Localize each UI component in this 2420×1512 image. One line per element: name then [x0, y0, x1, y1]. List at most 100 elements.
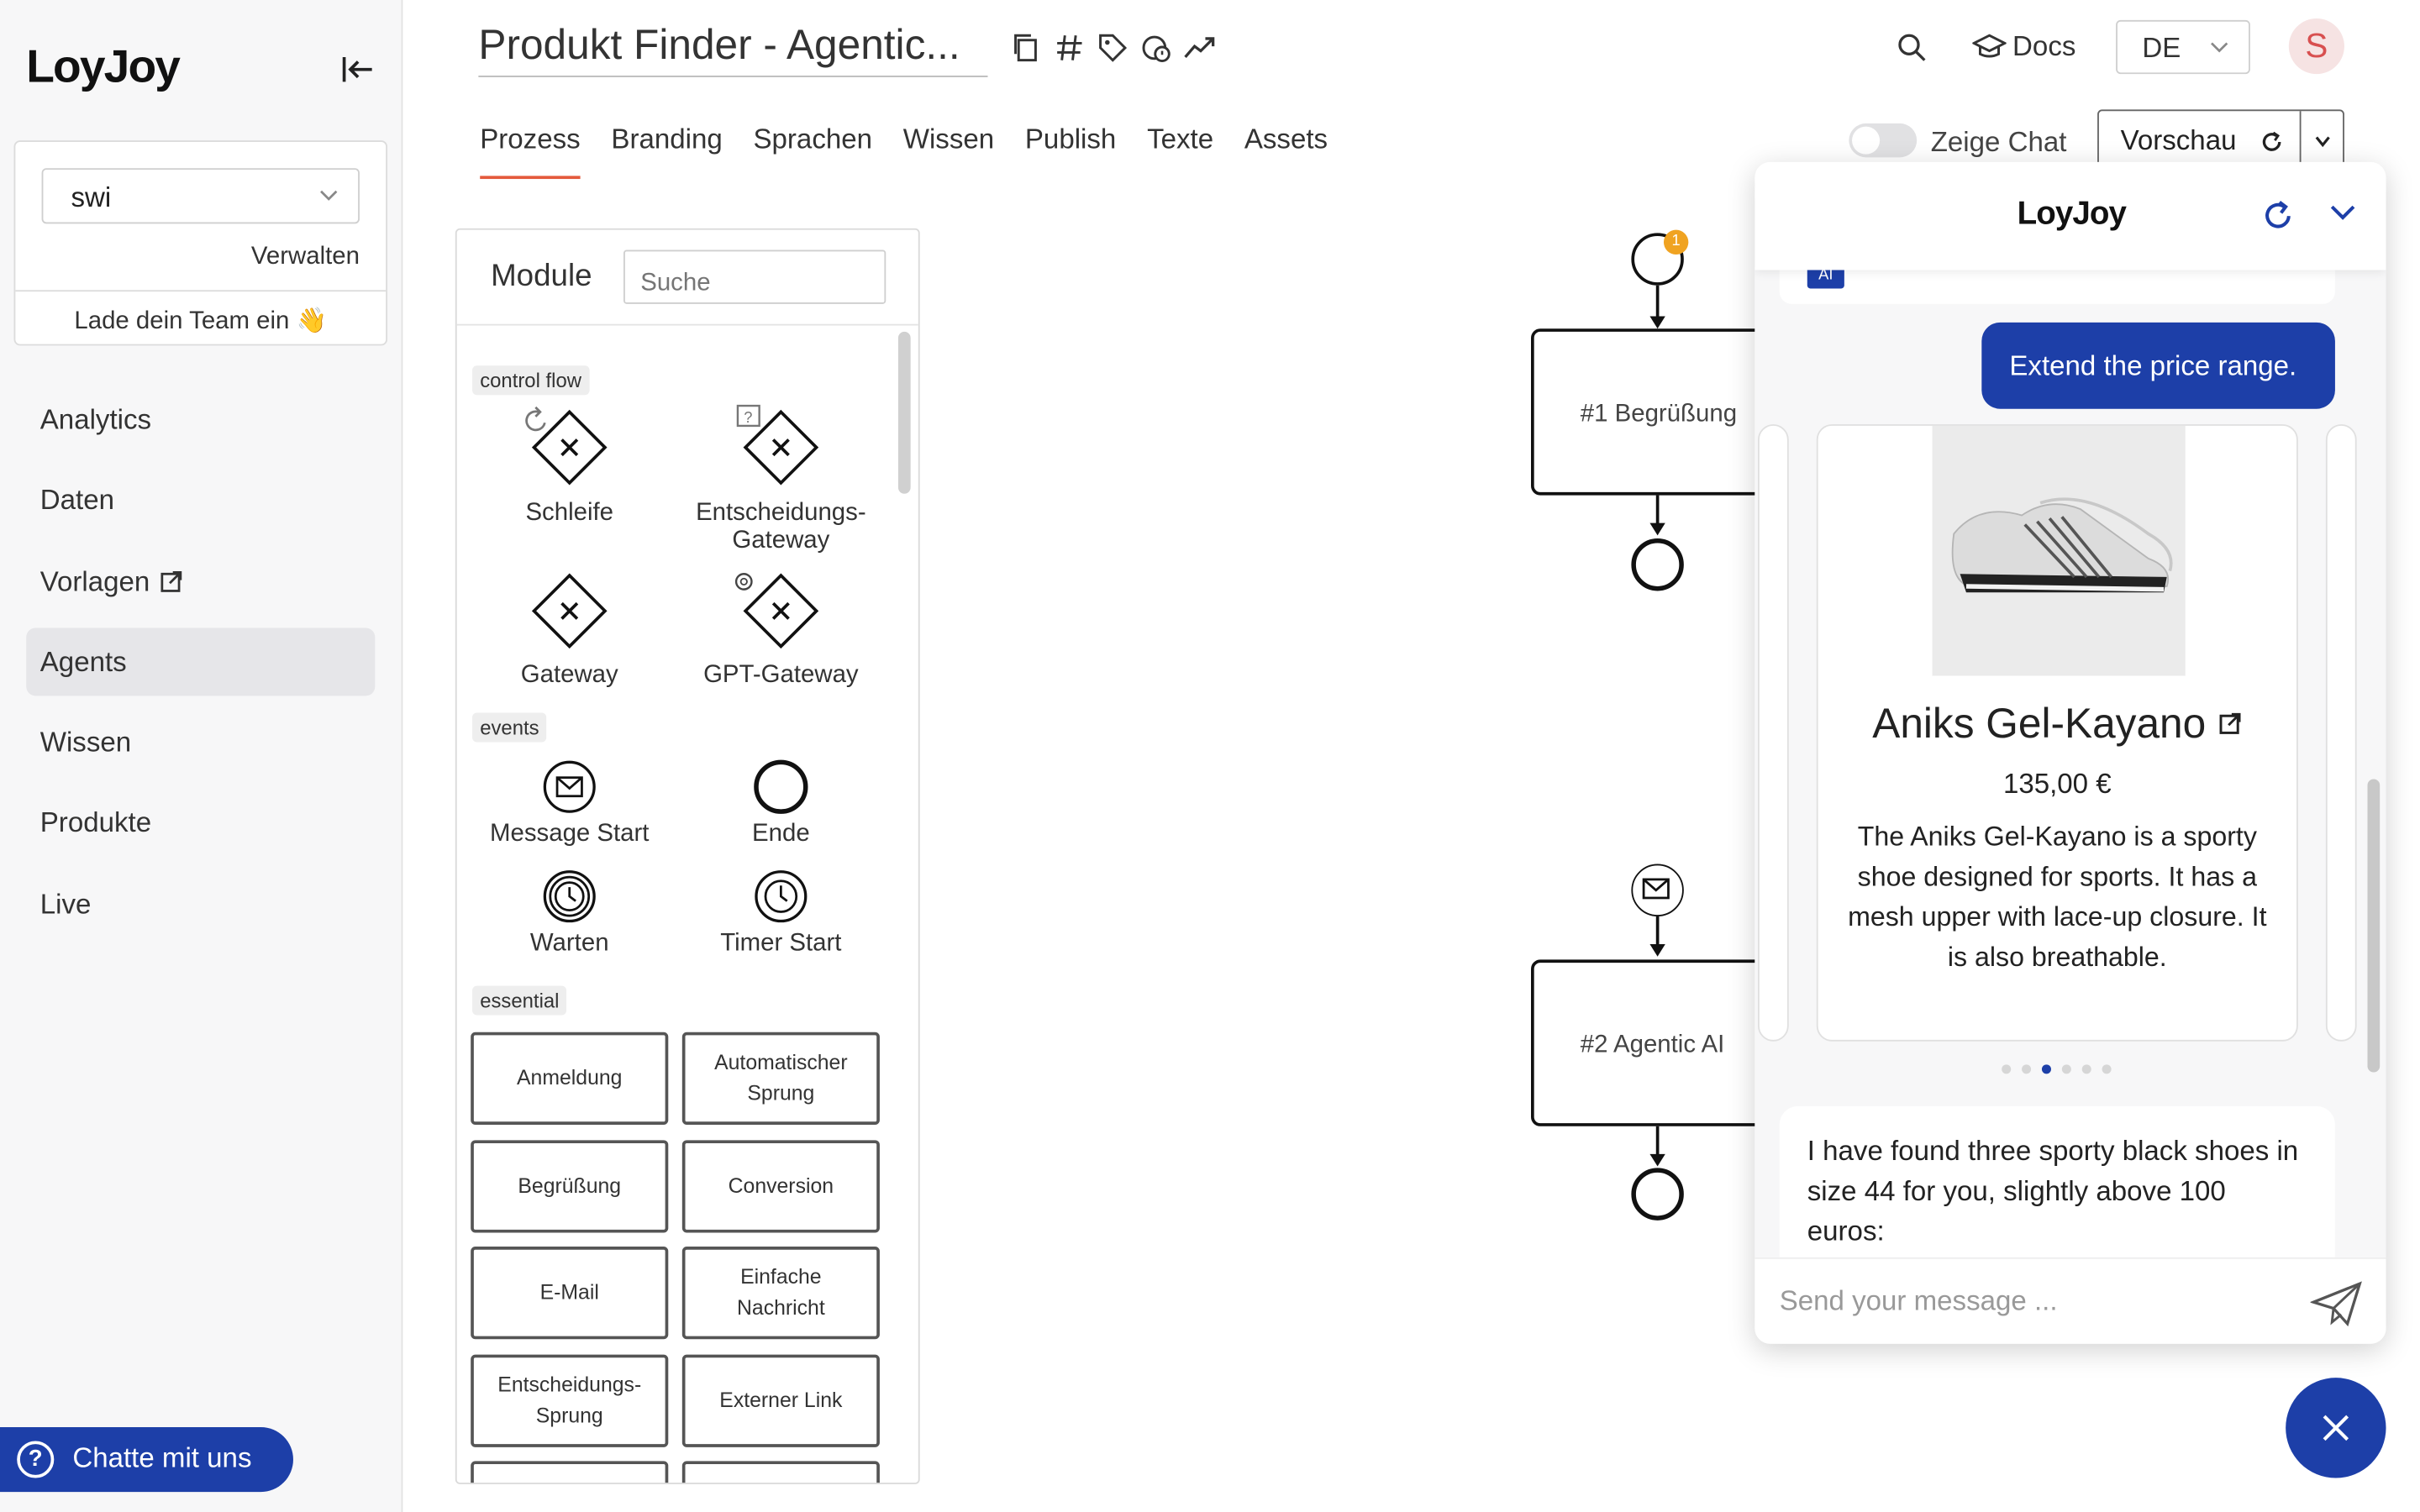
carousel-dot[interactable]	[2002, 1064, 2012, 1074]
flow-arrow	[1649, 522, 1665, 536]
flow-connector	[1655, 916, 1660, 948]
chat-logo: LoyJoy	[2017, 196, 2127, 232]
chat-with-us-button[interactable]: ? Chatte mit uns	[0, 1426, 293, 1493]
carousel-dot-active[interactable]	[2041, 1064, 2051, 1074]
module-label: Timer Start	[720, 930, 842, 957]
flow-connector	[1655, 285, 1660, 320]
module-timer-start[interactable]: Timer Start	[681, 869, 881, 958]
tab-assets[interactable]: Assets	[1244, 123, 1328, 179]
module-anmeldung[interactable]: Anmeldung	[471, 1032, 669, 1125]
flow-arrow	[1649, 316, 1665, 329]
module-email[interactable]: E-Mail	[471, 1247, 669, 1340]
chevron-down-icon	[2211, 42, 2228, 53]
invite-team-link[interactable]: Lade dein Team ein 👋	[15, 306, 386, 337]
send-icon[interactable]	[2310, 1280, 2363, 1327]
module-conversion[interactable]: Conversion	[681, 1140, 880, 1233]
sidebar-item-label: Agents	[39, 646, 127, 678]
chevron-down-icon[interactable]	[2312, 133, 2333, 151]
user-avatar[interactable]: S	[2288, 18, 2344, 75]
search-button[interactable]	[1895, 31, 1928, 73]
module-gateway[interactable]: Gateway	[469, 572, 670, 690]
chat-message-input[interactable]: Send your message ...	[1780, 1285, 2058, 1318]
ai-badge: AI	[1807, 270, 1844, 289]
sidebar-item-vorlagen[interactable]: Vorlagen	[26, 547, 375, 615]
collapse-sidebar-button[interactable]	[338, 51, 378, 88]
carousel-dot[interactable]	[2081, 1064, 2091, 1074]
close-chat-button[interactable]	[2286, 1378, 2386, 1478]
tab-texte[interactable]: Texte	[1147, 123, 1213, 179]
tab-sprachen[interactable]: Sprachen	[753, 123, 872, 179]
tab-prozess[interactable]: Prozess	[480, 123, 581, 180]
module-schleife[interactable]: Schleife	[469, 404, 670, 528]
settings-timer-icon[interactable]	[1139, 31, 1172, 65]
sidebar-item-live[interactable]: Live	[26, 869, 375, 937]
refresh-icon[interactable]	[2260, 129, 2284, 154]
carousel-dot[interactable]	[2022, 1064, 2032, 1074]
sidebar-item-wissen[interactable]: Wissen	[26, 708, 375, 776]
modules-scrollbar[interactable]	[897, 331, 911, 494]
svg-text:?: ?	[744, 408, 752, 426]
flow-arrow	[1649, 1153, 1665, 1167]
team-select-value: swi	[71, 181, 112, 213]
carousel-dot[interactable]	[2102, 1064, 2112, 1074]
external-link-icon[interactable]	[2217, 711, 2242, 736]
tab-branding[interactable]: Branding	[611, 123, 722, 179]
loop-gateway-icon	[525, 406, 608, 486]
search-icon	[1898, 34, 1926, 61]
sidebar-item-label: Daten	[39, 485, 115, 517]
module-warten[interactable]: Warten	[469, 869, 670, 958]
module-message-start[interactable]: Message Start	[469, 759, 670, 849]
module-more[interactable]	[471, 1461, 669, 1483]
preview-button[interactable]: Vorschau	[2121, 125, 2237, 158]
refresh-icon[interactable]	[2261, 199, 2295, 233]
module-automatischer-sprung[interactable]: Automatischer Sprung	[681, 1032, 880, 1125]
chevron-down-icon[interactable]	[2329, 202, 2357, 224]
toggle-switch[interactable]	[1849, 123, 1918, 158]
product-name[interactable]: Aniks Gel-Kayano	[1818, 701, 2296, 748]
envelope-icon	[1642, 878, 1670, 900]
module-gpt-gateway[interactable]: GPT-Gateway	[681, 572, 881, 690]
tag-icon[interactable]	[1096, 31, 1129, 65]
tab-wissen[interactable]: Wissen	[903, 123, 994, 179]
page-title[interactable]: Produkt Finder - Agentic...	[478, 22, 988, 77]
carousel-card-prev[interactable]	[1758, 424, 1789, 1042]
module-einfache-nachricht[interactable]: Einfache Nachricht	[681, 1247, 880, 1340]
module-ende[interactable]: Ende	[681, 759, 881, 849]
chat-messages: AI Extend the price range. Aniks Gel-Kay…	[1754, 270, 2386, 1257]
team-select[interactable]: swi	[41, 168, 360, 224]
product-card[interactable]: Aniks Gel-Kayano 135,00 € The Aniks Gel-…	[1816, 424, 2298, 1042]
carousel-dot[interactable]	[2061, 1064, 2071, 1074]
end-event-node[interactable]	[1631, 538, 1684, 591]
module-externer-link[interactable]: Externer Link	[681, 1354, 880, 1447]
product-description: The Aniks Gel-Kayano is a sporty shoe de…	[1848, 821, 2267, 973]
module-entscheidungs-gateway[interactable]: ? Entscheidungs-Gateway	[681, 404, 881, 555]
module-label: Gateway	[520, 661, 618, 689]
module-more[interactable]	[681, 1461, 880, 1483]
sidebar-item-produkte[interactable]: Produkte	[26, 789, 375, 857]
sidebar-item-daten[interactable]: Daten	[26, 466, 375, 534]
copy-icon[interactable]	[1009, 31, 1043, 65]
docs-link[interactable]: Docs	[1970, 31, 2075, 64]
sidebar-item-agents[interactable]: Agents	[26, 627, 376, 696]
show-chat-toggle[interactable]: Zeige Chat	[1849, 123, 2066, 159]
team-box: swi Verwalten Lade dein Team ein 👋	[13, 140, 388, 346]
end-event-node[interactable]	[1631, 1168, 1684, 1221]
carousel-card-next[interactable]	[2325, 424, 2357, 1042]
sidebar-item-label: Produkte	[39, 807, 152, 839]
tab-publish[interactable]: Publish	[1025, 123, 1116, 179]
sidebar-item-analytics[interactable]: Analytics	[26, 386, 375, 454]
message-start-node[interactable]	[1631, 864, 1684, 916]
module-begruessung[interactable]: Begrüßung	[471, 1140, 669, 1233]
chat-scrollbar[interactable]	[2367, 779, 2381, 1073]
divider	[2299, 111, 2302, 171]
manage-team-link[interactable]: Verwalten	[251, 244, 360, 271]
hash-icon[interactable]	[1053, 31, 1086, 65]
module-entscheidungs-sprung[interactable]: Entscheidungs-Sprung	[471, 1354, 669, 1447]
sidebar-item-label: Live	[39, 888, 92, 920]
language-select[interactable]: DE	[2116, 19, 2250, 75]
trending-up-icon[interactable]	[1182, 31, 1216, 65]
process-tabs: Prozess Branding Sprachen Wissen Publish…	[480, 123, 1328, 180]
modules-search-input[interactable]	[623, 249, 886, 304]
module-label: Message Start	[490, 821, 650, 848]
modules-title: Module	[491, 259, 592, 293]
